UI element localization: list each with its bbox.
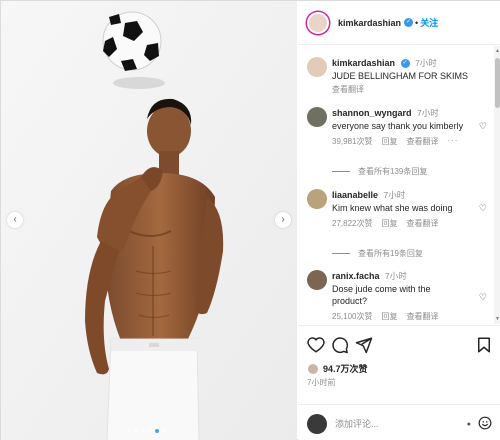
reply-button[interactable]: 回复 <box>381 136 397 147</box>
scroll-up-arrow-icon[interactable]: ▲ <box>495 48 500 54</box>
comment-text: everyone say thank you kimberly <box>332 121 464 131</box>
carousel-dot <box>127 429 131 433</box>
caption-username[interactable]: kimkardashian <box>332 58 395 68</box>
comment-like-heart-icon[interactable]: ♡ <box>479 292 487 303</box>
post-timestamp: 7小时前 <box>307 378 336 387</box>
photo <box>1 1 297 440</box>
post-media[interactable]: ‹ › <box>1 1 297 440</box>
comment-time: 7小时 <box>417 108 439 118</box>
comment-username[interactable]: ranix.facha <box>332 271 380 281</box>
add-comment-input[interactable]: 添加评论... <box>335 417 379 430</box>
comment-likes[interactable]: 39,981次赞 <box>332 136 372 147</box>
comment-text: Kim knew what she was doing <box>332 203 453 213</box>
reply-button[interactable]: 回复 <box>381 311 397 322</box>
comment-item: liaanabelle 7小时 Kim knew what she was do… <box>307 189 487 249</box>
follow-button[interactable]: 关注 <box>420 16 438 29</box>
likes-summary[interactable]: 94.7万次赞 <box>307 362 368 375</box>
emoji-icon[interactable] <box>478 416 492 430</box>
carousel-dots <box>127 429 166 433</box>
caption-text: JUDE BELLINGHAM FOR SKIMS <box>332 71 469 81</box>
heart-icon[interactable] <box>307 336 325 354</box>
author-avatar[interactable] <box>307 11 329 34</box>
replies-line <box>332 253 350 254</box>
soccer-ball <box>102 11 162 71</box>
post-header: kimkardashian ✓ • 关注 <box>298 1 500 45</box>
caption-avatar[interactable] <box>307 57 327 77</box>
comment-like-heart-icon[interactable]: ♡ <box>479 203 487 214</box>
chevron-right-icon[interactable]: › <box>275 212 291 228</box>
comment-time: 7小时 <box>383 190 406 200</box>
caption-time: 7小时 <box>415 58 437 68</box>
current-user-avatar <box>307 413 327 434</box>
send-icon[interactable] <box>355 336 373 354</box>
comment-time: 7小时 <box>385 271 407 281</box>
author-username[interactable]: kimkardashian <box>338 18 401 28</box>
view-replies[interactable]: 查看所有19条回复 <box>332 248 423 259</box>
comment-text: Dose jude come with the product? <box>332 284 431 306</box>
view-replies-label[interactable]: 查看所有139条回复 <box>358 166 427 177</box>
reply-button[interactable]: 回复 <box>381 218 397 229</box>
see-translation-link[interactable]: 查看翻译 <box>406 218 438 229</box>
comment-like-heart-icon[interactable]: ♡ <box>479 121 487 132</box>
replies-line <box>332 171 350 172</box>
likes-count[interactable]: 94.7万次赞 <box>323 362 368 375</box>
bookmark-icon[interactable] <box>475 336 493 354</box>
commenter-avatar[interactable] <box>307 107 327 127</box>
post-sidebar: kimkardashian ✓ • 关注 kimkardashian ✓ 7小时… <box>298 1 500 440</box>
view-replies[interactable]: 查看所有139条回复 <box>332 166 427 177</box>
comment-likes[interactable]: 27,822次赞 <box>332 218 372 229</box>
comment-likes[interactable]: 25,100次赞 <box>332 311 372 322</box>
scroll-down-arrow-icon[interactable]: ▼ <box>495 316 500 322</box>
see-translation-link[interactable]: 查看翻译 <box>406 136 438 147</box>
carousel-dot <box>162 429 166 433</box>
see-translation-link[interactable]: 查看翻译 <box>332 84 482 95</box>
liker-avatar <box>307 362 319 375</box>
commenter-avatar[interactable] <box>307 270 327 290</box>
more-options-icon[interactable]: ··· <box>447 136 458 147</box>
carousel-dot <box>134 429 138 433</box>
carousel-dot <box>148 429 152 433</box>
post-dialog: ‹ › kimkardashian ✓ • 关注 kimkardashian ✓… <box>0 0 500 440</box>
scrollbar-thumb[interactable] <box>495 58 500 108</box>
comment-icon[interactable] <box>331 336 349 354</box>
carousel-dot-active <box>155 429 159 433</box>
post-actions: 94.7万次赞 7小时前 添加评论... ● <box>298 325 500 440</box>
verified-badge-icon: ✓ <box>404 18 414 27</box>
chevron-left-icon[interactable]: ‹ <box>7 212 23 228</box>
see-translation-link[interactable]: 查看翻译 <box>406 311 438 322</box>
comments-scrollbar[interactable] <box>494 46 500 324</box>
carousel-dot <box>141 429 145 433</box>
small-dot-icon: ● <box>466 421 471 428</box>
separator: • <box>415 17 419 28</box>
comments-list[interactable]: kimkardashian ✓ 7小时 JUDE BELLINGHAM FOR … <box>298 46 500 324</box>
view-replies-label[interactable]: 查看所有19条回复 <box>358 248 423 259</box>
commenter-avatar[interactable] <box>307 189 327 209</box>
add-comment-bar: 添加评论... ● <box>298 404 500 440</box>
comment-username[interactable]: shannon_wyngard <box>332 108 412 118</box>
comment-username[interactable]: liaanabelle <box>332 190 378 200</box>
comment-item: ranix.facha 7小时 Dose jude come with the … <box>307 270 487 324</box>
verified-badge-icon: ✓ <box>400 59 410 69</box>
